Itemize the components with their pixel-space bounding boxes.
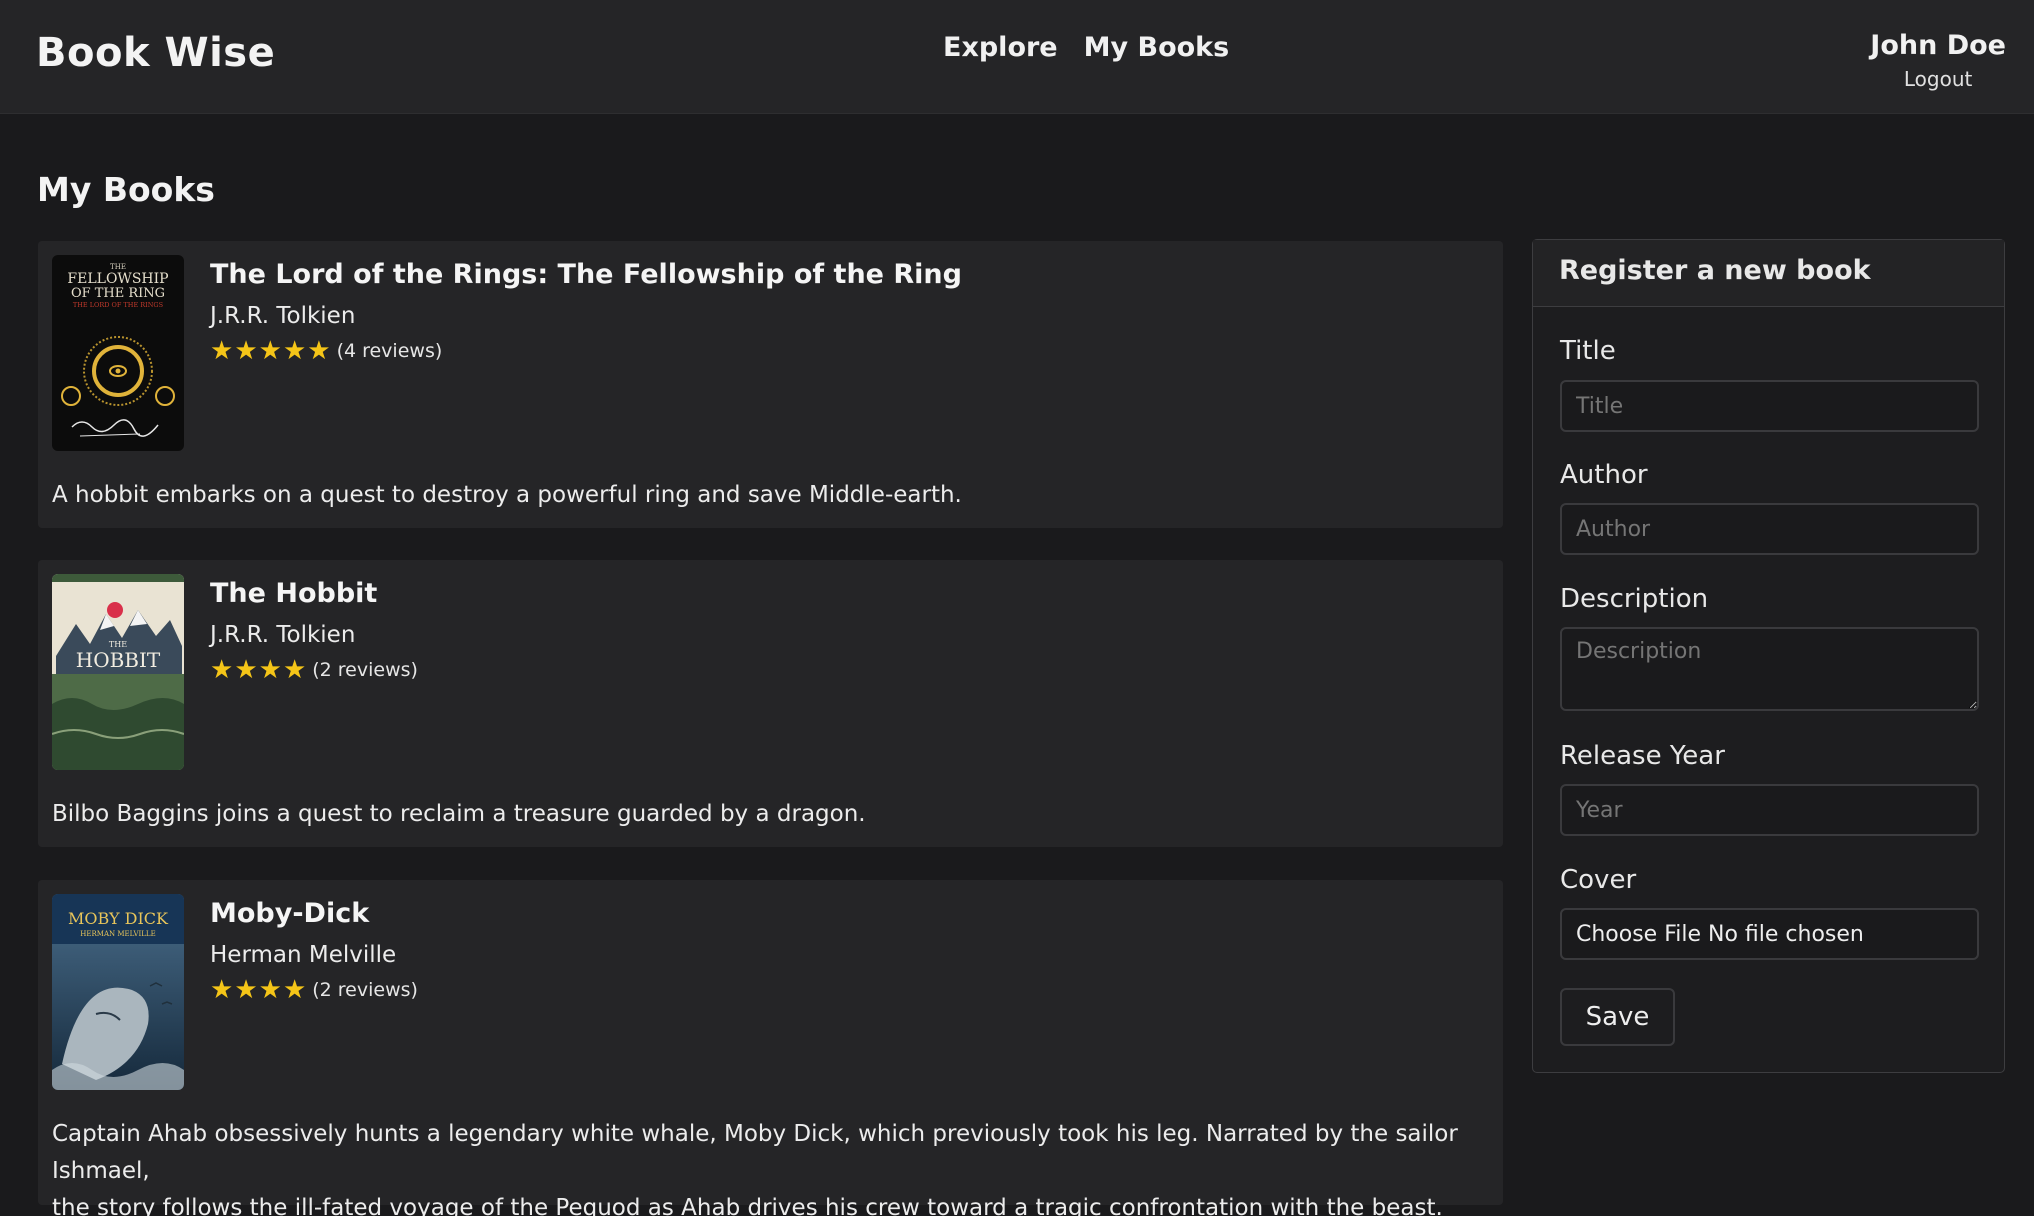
book-rating: ★ ★ ★ ★ (2 reviews) <box>210 657 418 683</box>
book-rating: ★ ★ ★ ★ (2 reviews) <box>210 977 418 1003</box>
logout-link[interactable]: Logout <box>1870 67 2006 91</box>
release-year-label: Release Year <box>1560 741 1725 771</box>
release-year-input[interactable] <box>1560 784 1979 836</box>
book-author: Herman Melville <box>210 942 397 968</box>
review-count: (4 reviews) <box>336 340 443 362</box>
author-label: Author <box>1560 460 1648 490</box>
star-icon: ★ <box>210 655 234 685</box>
book-title[interactable]: The Lord of the Rings: The Fellowship of… <box>210 259 962 290</box>
book-description: A hobbit embarks on a quest to destroy a… <box>52 482 962 508</box>
book-description: Bilbo Baggins joins a quest to reclaim a… <box>52 801 866 827</box>
panel-heading: Register a new book <box>1533 240 2004 307</box>
nav-explore[interactable]: Explore <box>943 32 1058 63</box>
svg-text:HERMAN MELVILLE: HERMAN MELVILLE <box>80 930 155 938</box>
star-icon: ★ <box>258 975 282 1005</box>
user-name[interactable]: John Doe <box>1870 30 2006 61</box>
svg-text:OF THE RING: OF THE RING <box>71 286 165 301</box>
book-description-line: Captain Ahab obsessively hunts a legenda… <box>52 1121 1458 1184</box>
review-count: (2 reviews) <box>312 659 418 681</box>
svg-text:MOBY DICK: MOBY DICK <box>68 909 169 928</box>
review-count: (2 reviews) <box>312 979 418 1001</box>
cover-file-input[interactable]: Choose File No file chosen <box>1560 908 1979 960</box>
author-input[interactable] <box>1560 503 1979 555</box>
title-label: Title <box>1560 336 1616 366</box>
svg-text:FELLOWSHIP: FELLOWSHIP <box>67 271 168 287</box>
star-icon: ★ <box>234 975 258 1005</box>
book-cover: MOBY DICK HERMAN MELVILLE <box>52 894 184 1090</box>
star-icon: ★ <box>210 336 234 366</box>
book-cover: THE FELLOWSHIP OF THE RING THE LORD OF T… <box>52 255 184 451</box>
book-title[interactable]: Moby-Dick <box>210 898 369 929</box>
svg-text:THE: THE <box>109 640 127 649</box>
description-textarea[interactable] <box>1560 627 1979 711</box>
user-menu: John Doe Logout <box>1870 30 2006 91</box>
book-card[interactable]: THE FELLOWSHIP OF THE RING THE LORD OF T… <box>38 241 1503 528</box>
book-description: Captain Ahab obsessively hunts a legenda… <box>52 1116 1492 1216</box>
star-icon: ★ <box>210 975 234 1005</box>
star-icon: ★ <box>282 336 307 366</box>
star-icon: ★ <box>234 655 258 685</box>
top-navbar: Book Wise Explore My Books John Doe Logo… <box>0 0 2034 114</box>
book-rating: ★ ★ ★ ★ ★ (4 reviews) <box>210 338 442 364</box>
book-title[interactable]: The Hobbit <box>210 578 377 609</box>
star-icon: ★ <box>258 336 282 366</box>
nav-my-books[interactable]: My Books <box>1084 32 1230 63</box>
title-input[interactable] <box>1560 380 1979 432</box>
cover-label: Cover <box>1560 865 1637 895</box>
save-button[interactable]: Save <box>1560 988 1675 1046</box>
book-card[interactable]: MOBY DICK HERMAN MELVILLE Moby-Dick Herm… <box>38 880 1503 1216</box>
star-icon: ★ <box>282 975 307 1005</box>
book-card[interactable]: HOBBIT THE The Hobbit J.R.R. Tolkien ★ ★… <box>38 560 1503 847</box>
svg-text:THE: THE <box>110 263 126 271</box>
svg-text:THE LORD OF THE RINGS: THE LORD OF THE RINGS <box>73 301 163 309</box>
main-nav: Explore My Books <box>943 32 1229 63</box>
page-title: My Books <box>37 170 215 209</box>
svg-text:HOBBIT: HOBBIT <box>76 648 161 672</box>
star-icon: ★ <box>282 655 307 685</box>
star-icon: ★ <box>234 336 258 366</box>
book-author: J.R.R. Tolkien <box>210 303 356 329</box>
star-icon: ★ <box>258 655 282 685</box>
brand-logo[interactable]: Book Wise <box>36 30 275 76</box>
book-description-line: the story follows the ill-fated voyage o… <box>52 1195 1443 1216</box>
register-book-panel: Register a new book Title Author Descrip… <box>1532 239 2005 1073</box>
book-author: J.R.R. Tolkien <box>210 622 356 648</box>
description-label: Description <box>1560 584 1709 614</box>
star-icon: ★ <box>307 336 331 366</box>
book-cover: HOBBIT THE <box>52 574 184 770</box>
